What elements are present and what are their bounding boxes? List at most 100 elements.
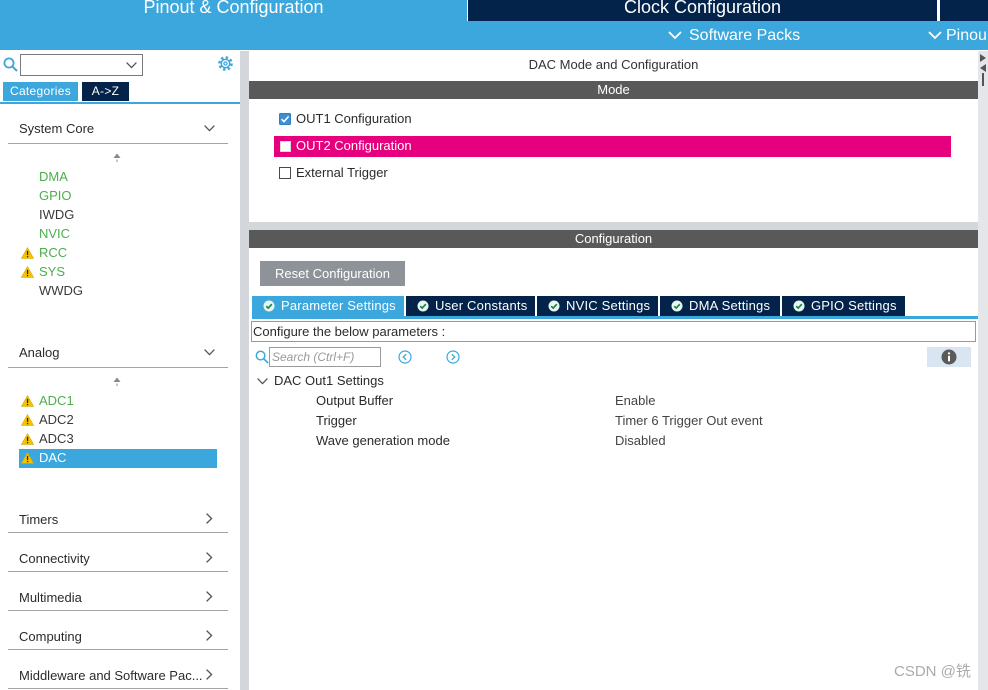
previous-arrow-icon[interactable] — [398, 350, 412, 364]
section-divider — [8, 571, 228, 572]
tab-user-constants[interactable]: User Constants — [406, 296, 535, 316]
watermark: CSDN @铣 — [894, 663, 971, 680]
category-item-dma[interactable]: DMA — [39, 169, 68, 185]
collapse-arrows-icon[interactable] — [978, 53, 988, 87]
section-divider — [8, 532, 228, 533]
chevron-right-icon — [206, 630, 213, 641]
category-multimedia[interactable]: Multimedia — [8, 587, 228, 609]
chevron-right-icon — [206, 552, 213, 563]
tab-user-constants-label: User Constants — [435, 298, 528, 313]
category-item-nvic[interactable]: NVIC — [39, 226, 70, 242]
category-item-wwdg[interactable]: WWDG — [39, 283, 83, 299]
check-circle-icon — [263, 300, 275, 312]
tab-gpio-settings-label: GPIO Settings — [811, 298, 897, 313]
category-item-dac: DAC — [39, 450, 67, 465]
parameter-name: Trigger — [316, 413, 357, 428]
tab-dma-settings[interactable]: DMA Settings — [660, 296, 780, 316]
table-row[interactable]: Wave generation mode Disabled — [312, 431, 972, 451]
tab-parameter-settings-label: Parameter Settings — [281, 298, 396, 313]
view-tab-categories[interactable]: Categories — [3, 82, 78, 101]
top-submenu-bar — [0, 21, 988, 50]
info-button[interactable] — [927, 347, 971, 367]
table-row[interactable]: Output Buffer Enable — [312, 391, 972, 411]
category-middleware-label: Middleware and Software Pac... — [19, 668, 203, 683]
category-item-rcc[interactable]: RCC — [39, 245, 67, 261]
parameters-description-box: Configure the below parameters : — [251, 321, 976, 342]
section-divider — [8, 143, 228, 144]
parameters-description: Configure the below parameters : — [253, 324, 446, 339]
view-tab-a-z[interactable]: A->Z — [82, 82, 129, 101]
section-splitter[interactable] — [249, 222, 978, 230]
pinout-menu[interactable]: Pinou — [926, 21, 988, 50]
info-icon — [941, 349, 957, 365]
search-icon[interactable] — [3, 57, 18, 72]
check-circle-icon — [671, 300, 683, 312]
category-item-sys[interactable]: SYS — [39, 264, 65, 280]
check-circle-icon — [417, 300, 429, 312]
next-arrow-icon[interactable] — [446, 350, 460, 364]
category-item-gpio[interactable]: GPIO — [39, 188, 72, 204]
chevron-down-icon — [126, 62, 137, 69]
out1-checkbox[interactable] — [279, 113, 291, 125]
category-item-adc3[interactable]: ADC3 — [39, 431, 74, 447]
category-analog[interactable]: Analog — [8, 342, 228, 366]
mode-header: Mode — [249, 81, 978, 99]
parameter-value: Enable — [615, 393, 656, 408]
category-item-adc1[interactable]: ADC1 — [39, 393, 74, 409]
tab-pinout-configuration-label: Pinout & Configuration — [143, 0, 324, 17]
chevron-down-icon — [204, 349, 215, 356]
out2-row-highlighted[interactable]: OUT2 Configuration — [274, 136, 951, 157]
tab-parameter-settings[interactable]: Parameter Settings — [252, 296, 404, 316]
external-trigger-label[interactable]: External Trigger — [296, 165, 388, 181]
tab-pinout-configuration[interactable]: Pinout & Configuration — [0, 0, 467, 21]
section-divider — [8, 649, 228, 650]
external-trigger-checkbox[interactable] — [279, 167, 291, 179]
out1-label[interactable]: OUT1 Configuration — [296, 111, 412, 127]
panel-splitter[interactable] — [240, 51, 249, 690]
chevron-right-icon — [206, 591, 213, 602]
group-dac-out1-settings[interactable]: DAC Out1 Settings — [255, 372, 455, 390]
tab-clock-configuration[interactable]: Clock Configuration — [468, 0, 937, 21]
category-computing-label: Computing — [19, 629, 82, 644]
peripheral-search-dropdown[interactable] — [20, 54, 143, 76]
parameter-name: Output Buffer — [316, 393, 394, 408]
right-panel-strip[interactable] — [978, 51, 988, 690]
category-item-adc2[interactable]: ADC2 — [39, 412, 74, 428]
sort-arrow-icon[interactable] — [113, 153, 121, 163]
category-item-iwdg[interactable]: IWDG — [39, 207, 74, 223]
chevron-down-icon — [204, 125, 215, 132]
chevron-down-icon — [257, 378, 268, 385]
tab-nvic-settings-label: NVIC Settings — [566, 298, 651, 313]
category-timers[interactable]: Timers — [8, 509, 228, 531]
table-row[interactable]: Trigger Timer 6 Trigger Out event — [312, 411, 972, 431]
category-middleware[interactable]: Middleware and Software Pac... — [8, 665, 228, 687]
warning-icon — [21, 247, 34, 259]
sort-arrow-icon[interactable] — [113, 377, 121, 387]
gear-icon[interactable] — [217, 55, 234, 72]
config-tabs-underline — [252, 316, 978, 319]
category-computing[interactable]: Computing — [8, 626, 228, 648]
category-item-dac-selected[interactable]: DAC — [19, 449, 217, 468]
software-packs-menu[interactable]: Software Packs — [666, 21, 811, 50]
parameter-name: Wave generation mode — [316, 433, 450, 448]
configuration-header: Configuration — [249, 230, 978, 248]
section-divider — [8, 688, 228, 689]
view-tabs-underline — [0, 102, 240, 104]
parameter-value: Disabled — [615, 433, 666, 448]
tab-nvic-settings[interactable]: NVIC Settings — [537, 296, 658, 316]
chevron-right-icon — [206, 513, 213, 524]
chevron-down-icon — [668, 31, 682, 40]
category-system-core[interactable]: System Core — [8, 118, 228, 142]
warning-icon — [21, 266, 34, 278]
software-packs-label: Software Packs — [689, 27, 801, 44]
warning-icon — [21, 414, 34, 426]
tab-gpio-settings[interactable]: GPIO Settings — [782, 296, 905, 316]
warning-icon — [21, 433, 34, 445]
category-connectivity[interactable]: Connectivity — [8, 548, 228, 570]
parameter-value: Timer 6 Trigger Out event — [615, 413, 763, 428]
out2-checkbox[interactable] — [280, 141, 291, 152]
pinout-menu-label: Pinou — [946, 27, 987, 44]
parameter-search-input[interactable] — [269, 347, 381, 367]
reset-configuration-button[interactable]: Reset Configuration — [260, 261, 405, 286]
tab-next[interactable] — [940, 0, 988, 21]
